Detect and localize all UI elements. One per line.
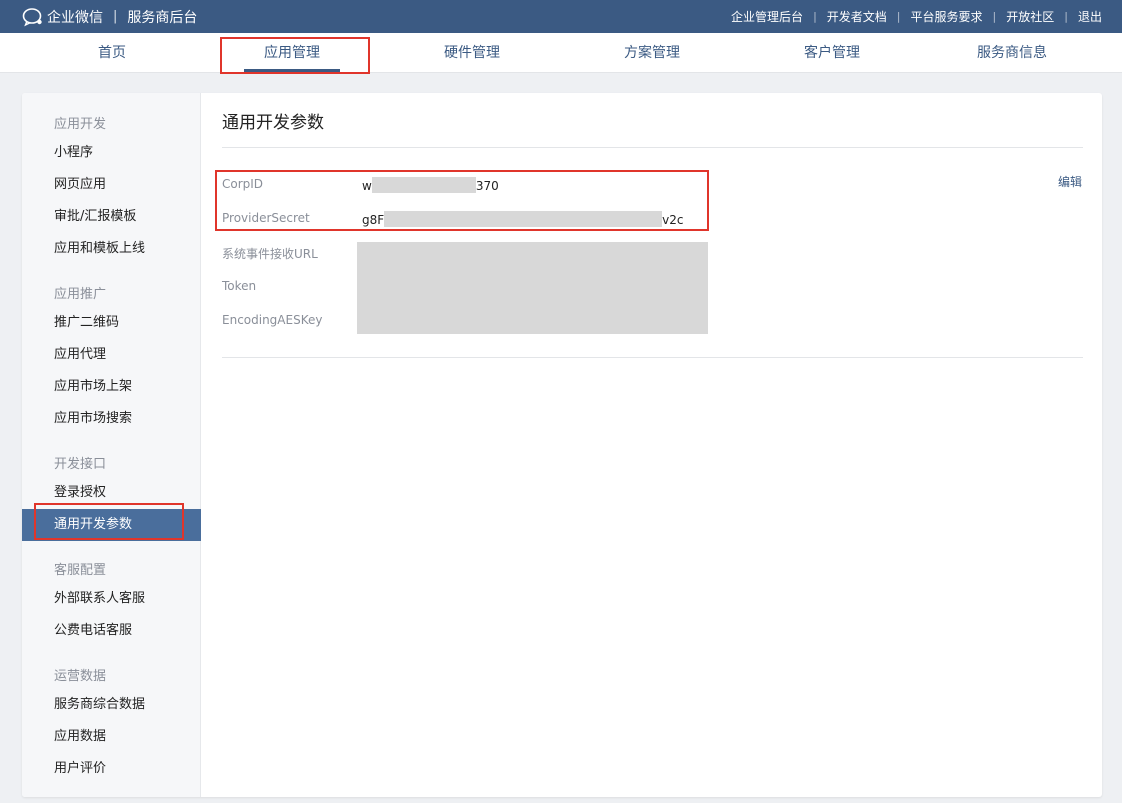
sidebar: 应用开发 小程序 网页应用 审批/汇报模板 应用和模板上线 应用推广 推广二维码… bbox=[22, 93, 201, 797]
secret-value-start: g8F bbox=[362, 213, 385, 227]
brand-separator: | bbox=[113, 9, 118, 24]
nav-customer-management[interactable]: 客户管理 bbox=[742, 33, 922, 73]
sidebar-item-general-params[interactable]: 通用开发参数 bbox=[22, 509, 201, 541]
param-label-event-url: 系统事件接收URL bbox=[222, 247, 318, 261]
sidebar-item-promo-qrcode[interactable]: 推广二维码 bbox=[22, 307, 201, 339]
redaction-mask bbox=[371, 177, 476, 193]
title-divider bbox=[222, 147, 1083, 148]
top-link-developer-docs[interactable]: 开发者文档 bbox=[827, 8, 887, 25]
corpid-value-end: 370 bbox=[475, 179, 499, 193]
sidebar-group-app-promotion: 应用推广 bbox=[54, 287, 107, 302]
top-link-admin-console[interactable]: 企业管理后台 bbox=[731, 8, 803, 25]
nav-home[interactable]: 首页 bbox=[22, 33, 202, 73]
sidebar-item-app-release[interactable]: 应用和模板上线 bbox=[22, 233, 201, 265]
param-label-token: Token bbox=[222, 279, 257, 293]
sidebar-item-mini-program[interactable]: 小程序 bbox=[22, 137, 201, 169]
sidebar-item-market-listing[interactable]: 应用市场上架 bbox=[22, 371, 201, 403]
sidebar-item-user-reviews[interactable]: 用户评价 bbox=[22, 753, 201, 785]
brand-subtitle: 服务商后台 bbox=[127, 9, 198, 26]
sidebar-item-public-phone-service[interactable]: 公费电话客服 bbox=[22, 615, 201, 647]
sidebar-item-external-contact-service[interactable]: 外部联系人客服 bbox=[22, 583, 201, 615]
sidebar-group-customer-service: 客服配置 bbox=[54, 563, 107, 578]
top-link-open-community[interactable]: 开放社区 bbox=[1006, 8, 1054, 25]
main-card: 应用开发 小程序 网页应用 审批/汇报模板 应用和模板上线 应用推广 推广二维码… bbox=[22, 93, 1102, 797]
sidebar-group-operations-data: 运营数据 bbox=[54, 669, 107, 684]
nav-app-management[interactable]: 应用管理 bbox=[202, 33, 382, 73]
link-divider: | bbox=[992, 10, 997, 23]
top-link-platform-requirements[interactable]: 平台服务要求 bbox=[911, 8, 983, 25]
redaction-mask-block bbox=[357, 242, 708, 334]
redaction-mask bbox=[384, 211, 663, 227]
sidebar-group-app-dev: 应用开发 bbox=[54, 117, 107, 132]
main-nav: 首页 应用管理 硬件管理 方案管理 客户管理 服务商信息 bbox=[0, 33, 1122, 73]
sidebar-group-dev-interface: 开发接口 bbox=[54, 457, 107, 472]
active-tab-indicator bbox=[244, 69, 340, 72]
brand-name: 企业微信 bbox=[47, 9, 103, 26]
nav-solution-management[interactable]: 方案管理 bbox=[562, 33, 742, 73]
link-divider: | bbox=[896, 10, 901, 23]
param-value-corpid[interactable]: w 370 bbox=[362, 177, 499, 193]
param-value-provider-secret[interactable]: g8F v2c bbox=[362, 211, 684, 227]
link-divider: | bbox=[1064, 10, 1068, 23]
nav-provider-info[interactable]: 服务商信息 bbox=[922, 33, 1102, 73]
sidebar-item-app-data[interactable]: 应用数据 bbox=[22, 721, 201, 753]
top-bar: 企业微信 | 服务商后台 企业管理后台 | 开发者文档 | 平台服务要求 | 开… bbox=[0, 0, 1122, 33]
sidebar-item-market-search[interactable]: 应用市场搜索 bbox=[22, 403, 201, 435]
top-links: 企业管理后台 | 开发者文档 | 平台服务要求 | 开放社区 | 退出 bbox=[731, 0, 1102, 33]
sidebar-item-app-agent[interactable]: 应用代理 bbox=[22, 339, 201, 371]
chat-bubble-logo-icon bbox=[22, 7, 42, 26]
param-label-provider-secret: ProviderSecret bbox=[222, 211, 310, 225]
brand[interactable]: 企业微信 | 服务商后台 bbox=[22, 0, 197, 33]
page-title: 通用开发参数 bbox=[222, 113, 324, 133]
nav-hardware-management[interactable]: 硬件管理 bbox=[382, 33, 562, 73]
sidebar-item-provider-data[interactable]: 服务商综合数据 bbox=[22, 689, 201, 721]
corpid-value-start: w bbox=[362, 179, 372, 193]
secret-value-end: v2c bbox=[662, 213, 684, 227]
section-divider bbox=[222, 357, 1083, 358]
param-label-corpid: CorpID bbox=[222, 177, 264, 191]
sidebar-item-login-auth[interactable]: 登录授权 bbox=[22, 477, 201, 509]
param-label-encoding-aes-key: EncodingAESKey bbox=[222, 313, 323, 327]
sidebar-item-web-app[interactable]: 网页应用 bbox=[22, 169, 201, 201]
top-link-logout[interactable]: 退出 bbox=[1078, 8, 1102, 25]
link-divider: | bbox=[813, 10, 817, 23]
nav-app-management-label: 应用管理 bbox=[264, 45, 320, 61]
edit-link[interactable]: 编辑 bbox=[1058, 173, 1082, 190]
sidebar-item-approval-template[interactable]: 审批/汇报模板 bbox=[22, 201, 201, 233]
